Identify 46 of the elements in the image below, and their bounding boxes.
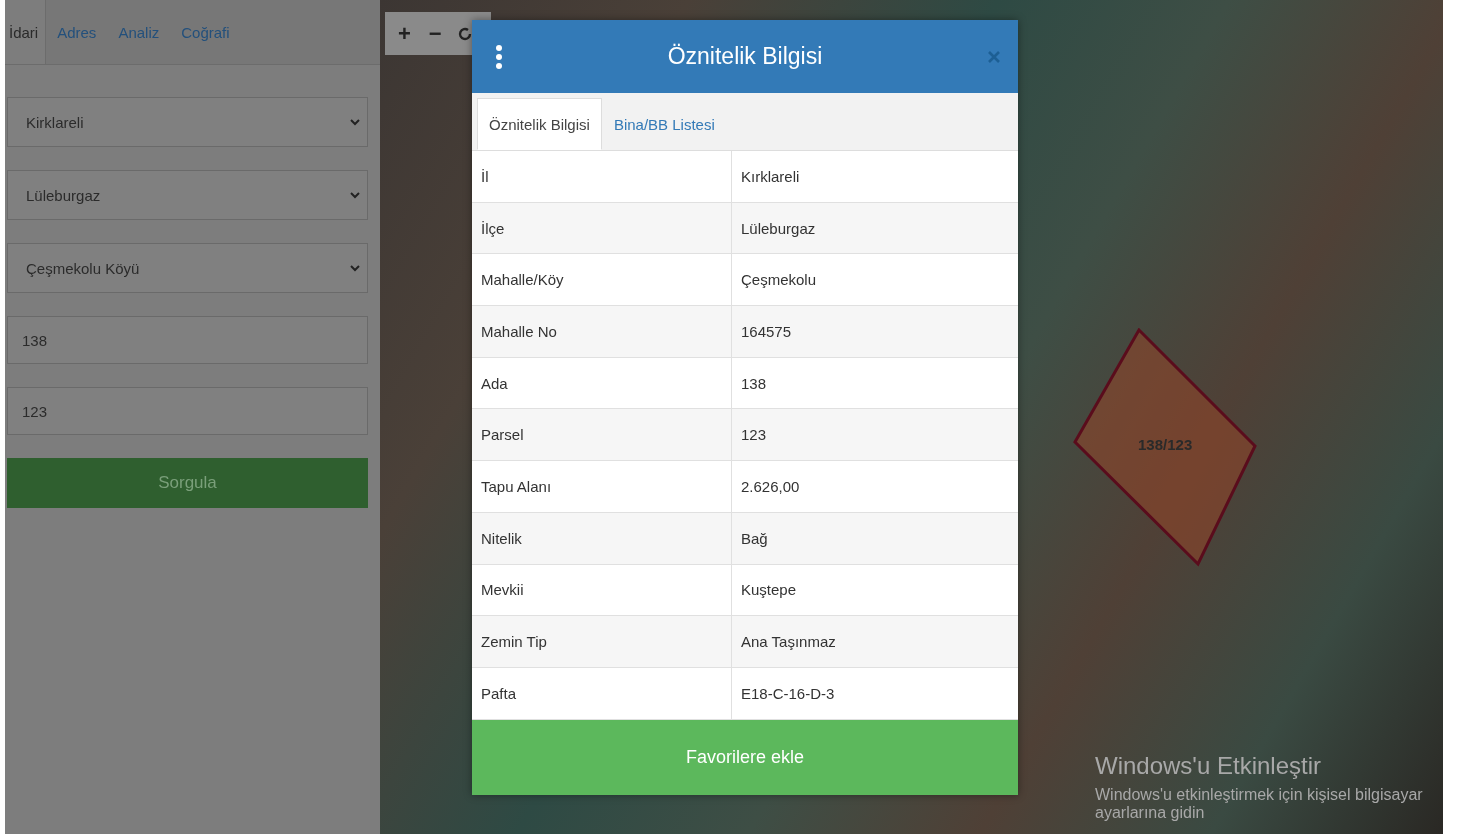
- tab[interactable]: Bina/BB Listesi: [601, 98, 727, 150]
- zoom-button[interactable]: +: [391, 20, 418, 47]
- dialog-title: Öznitelik Bilgisi: [666, 43, 824, 70]
- table-cell: Kuştepe: [731, 564, 1018, 616]
- parcel-label: 138/123: [1138, 436, 1193, 453]
- tab[interactable]: Coğrafi: [170, 0, 241, 64]
- table-cell: Ana Taşınmaz: [731, 616, 1018, 667]
- table-cell: 2.626,00: [731, 461, 1018, 512]
- dropdown[interactable]: Çeşmekolu Köyü: [7, 243, 368, 293]
- input-field[interactable]: 123: [7, 387, 368, 435]
- dropdown[interactable]: Kirklareli: [7, 97, 368, 147]
- table-cell: 164575: [731, 306, 1018, 357]
- activation-title: Windows'u Etkinleştir: [1095, 752, 1322, 780]
- table-cell: Çeşmekolu: [731, 254, 1018, 306]
- table-cell-text: Mahalle/Köy: [480, 270, 565, 291]
- table-cell-text: Mahalle No: [480, 321, 558, 342]
- refresh-icon[interactable]: [456, 25, 473, 42]
- add-favorites-button[interactable]: Favorilere ekle: [472, 719, 1018, 795]
- tab[interactable]: Öznitelik Bilgisi: [477, 98, 602, 150]
- tab[interactable]: İdari: [5, 0, 47, 64]
- table-cell-text: Pafta: [480, 683, 518, 704]
- zoom-button[interactable]: −: [421, 20, 449, 47]
- table-cell-text: Mevkii: [480, 580, 525, 601]
- tab[interactable]: Adres: [46, 0, 108, 64]
- activation-message: Windows'u etkinleştirmek için kişisel bilgisayar ayarlarına gidin: [1095, 786, 1424, 822]
- chevron-down-icon: [350, 191, 360, 199]
- query-button[interactable]: Sorgula: [7, 458, 368, 508]
- table-cell-text: Nitelik: [480, 528, 523, 549]
- table-cell-text: İl: [480, 166, 490, 187]
- table-cell-text: Tapu Alanı: [480, 476, 553, 497]
- table-cell: Bağ: [731, 512, 1018, 564]
- chevron-down-icon: [350, 118, 360, 126]
- table-cell: 138: [731, 357, 1018, 409]
- dropdown[interactable]: Lüleburgaz: [7, 170, 368, 220]
- tab[interactable]: Analiz: [107, 0, 171, 64]
- table-cell-text: Parsel: [480, 425, 525, 446]
- table-cell-text: Zemin Tip: [480, 632, 548, 653]
- more-options-icon[interactable]: [496, 44, 502, 69]
- table-cell-text: Ada: [480, 373, 509, 394]
- input-field[interactable]: 138: [7, 316, 368, 364]
- table-cell: E18-C-16-D-3: [731, 667, 1018, 719]
- table-cell: Lüleburgaz: [731, 202, 1018, 254]
- table-cell: 123: [731, 409, 1018, 461]
- table-cell: Kırklareli: [731, 151, 1018, 202]
- chevron-down-icon: [350, 264, 360, 272]
- table-cell-text: İlçe: [480, 218, 506, 239]
